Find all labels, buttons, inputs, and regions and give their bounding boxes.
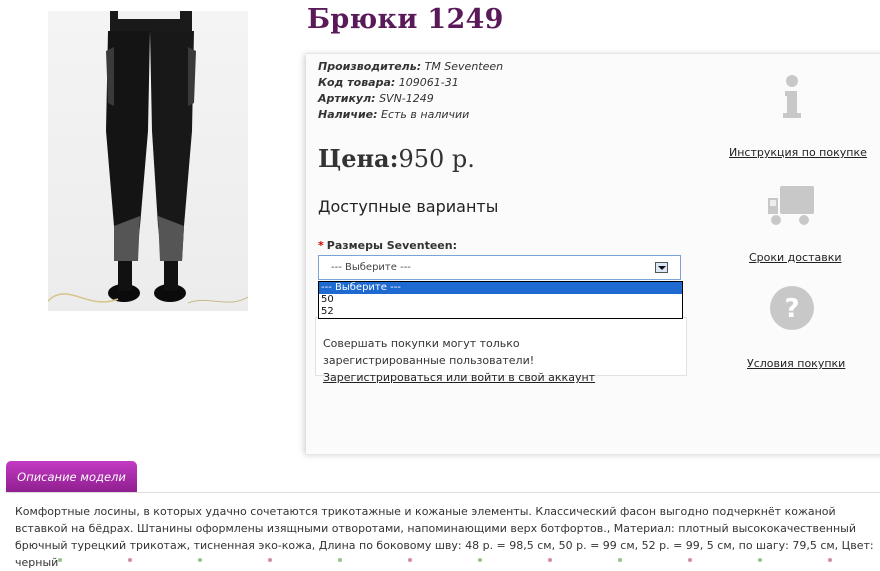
decorative-border xyxy=(58,558,832,562)
info-icon[interactable] xyxy=(766,71,818,123)
size-select[interactable]: --- Выберите --- xyxy=(318,255,681,280)
required-mark: * xyxy=(318,239,324,252)
spec-article: Артикул: SVN-1249 xyxy=(318,92,434,105)
price-label: Цена: xyxy=(318,144,399,173)
tab-description[interactable]: Описание модели xyxy=(6,461,137,493)
question-icon[interactable]: ? xyxy=(766,282,818,334)
delivery-terms-link[interactable]: Сроки доставки xyxy=(749,251,842,264)
size-option[interactable]: 50 xyxy=(319,294,682,306)
product-specs: Производитель: TM Seventeen Код товара: … xyxy=(318,59,503,123)
chevron-down-icon[interactable] xyxy=(655,262,668,273)
variants-heading: Доступные варианты xyxy=(318,197,499,216)
spec-availability: Наличие: Есть в наличии xyxy=(318,108,470,121)
svg-text:?: ? xyxy=(784,294,799,324)
trousers-illustration xyxy=(48,11,248,304)
spec-code: Код товара: 109061-31 xyxy=(318,76,459,89)
spec-manufacturer: Производитель: TM Seventeen xyxy=(318,60,504,73)
purchase-conditions-link[interactable]: Условия покупки xyxy=(747,357,845,370)
truck-icon[interactable] xyxy=(766,180,818,232)
size-option[interactable]: 52 xyxy=(319,306,682,318)
size-label: * Размеры Seventeen: xyxy=(318,239,457,252)
product-price: Цена:950 р. xyxy=(318,144,475,173)
purchase-instructions-link[interactable]: Инструкция по покупке xyxy=(729,146,867,159)
description-panel: Комфортные лосины, в которых удачно соче… xyxy=(6,492,880,569)
size-dropdown-list[interactable]: --- Выберите --- 50 52 xyxy=(318,281,683,319)
login-notice: Совершать покупки могут только зарегистр… xyxy=(315,317,687,384)
price-value: 950 р. xyxy=(398,145,475,173)
product-info-panel: Производитель: TM Seventeen Код товара: … xyxy=(306,53,880,454)
login-notice-text: Совершать покупки могут только зарегистр… xyxy=(323,337,535,367)
register-login-link[interactable]: Зарегистрироваться или войти в свой акка… xyxy=(323,369,679,386)
product-image[interactable] xyxy=(48,11,248,311)
size-select-value: --- Выберите --- xyxy=(331,262,411,273)
size-option[interactable]: --- Выберите --- xyxy=(319,282,682,294)
product-title: Брюки 1249 xyxy=(307,4,504,35)
